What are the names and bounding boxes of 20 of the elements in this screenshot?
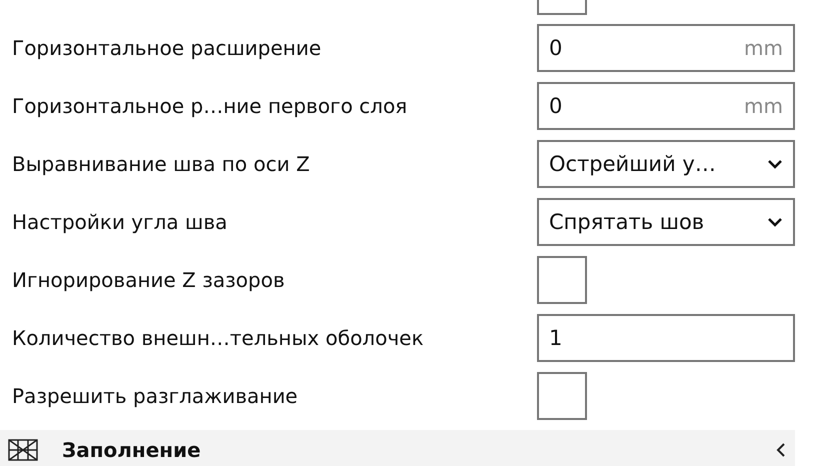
section-header[interactable]: Заполнение bbox=[0, 430, 795, 466]
input-field[interactable]: 1 bbox=[537, 314, 795, 362]
grid-icon bbox=[8, 439, 38, 461]
setting-label: Разрешить разглаживание bbox=[12, 384, 299, 408]
input-field[interactable]: 0 mm bbox=[537, 24, 795, 72]
setting-label: Количество внешн…тельных оболочек bbox=[12, 326, 425, 350]
caret-icon bbox=[767, 159, 783, 169]
checkbox[interactable] bbox=[537, 0, 587, 15]
checkbox[interactable] bbox=[537, 372, 587, 420]
setting-label: Горизонтальное р…ние первого слоя bbox=[12, 94, 408, 118]
setting-label: Настройки угла шва bbox=[12, 210, 228, 234]
checkbox[interactable] bbox=[537, 256, 587, 304]
dropdown[interactable]: Спрятать шов bbox=[537, 198, 795, 246]
caret-icon bbox=[767, 217, 783, 227]
setting-label: Выравнивание шва по оси Z bbox=[12, 152, 311, 176]
dropdown[interactable]: Острейший у… bbox=[537, 140, 795, 188]
input-field[interactable]: 0 mm bbox=[537, 82, 795, 130]
chevron-icon[interactable] bbox=[775, 442, 787, 458]
setting-label: Игнорирование Z зазоров bbox=[12, 268, 286, 292]
setting-label: Горизонтальное расширение bbox=[12, 36, 322, 60]
